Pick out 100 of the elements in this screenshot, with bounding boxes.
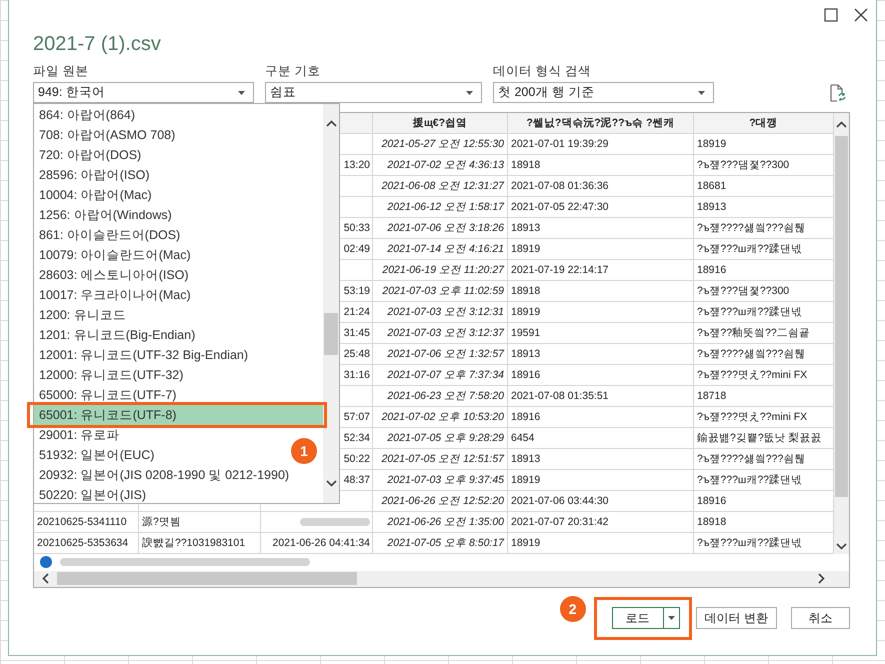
column-header[interactable]: ?대깽: [694, 113, 834, 134]
column-header[interactable]: 援щ€?쇱옄: [373, 113, 508, 134]
table-cell: 18919: [508, 470, 694, 491]
table-cell: 2021-07-05 22:47:30: [508, 197, 694, 218]
table-cell: 2021-07-05 오전 12:51:57: [373, 449, 508, 470]
field-label: 파일 원본: [33, 64, 90, 78]
table-cell: 18916: [508, 365, 694, 386]
table-cell: 2021-07-05 오후 9:28:29: [373, 428, 508, 449]
table-cell: 18919: [508, 239, 694, 260]
table-cell: 源?몃븸: [139, 512, 261, 533]
step-badge: 2: [560, 596, 586, 622]
scroll-up-icon[interactable]: [326, 120, 336, 127]
encoding-option[interactable]: 1200: 유니코드: [34, 305, 130, 325]
load-button[interactable]: 로드: [612, 607, 664, 629]
encoding-option[interactable]: 29001: 유로파: [34, 425, 124, 445]
table-cell: 18919: [508, 533, 694, 554]
table-cell: 諛뺤길??1031983101: [139, 533, 261, 554]
scrollbar-thumb[interactable]: [57, 572, 357, 586]
encoding-option[interactable]: 10017: 우크라이나어(Mac): [34, 285, 195, 305]
caret-icon: [698, 90, 705, 94]
detection-dropdown[interactable]: 첫 200개 행 기준: [493, 82, 714, 103]
table-cell: 2021-06-26 04:41:34: [261, 533, 373, 554]
encoding-option[interactable]: 65000: 유니코드(UTF-7): [34, 385, 180, 405]
list-scrollbar[interactable]: [323, 104, 339, 503]
encoding-option[interactable]: 708: 아랍어(ASMO 708): [34, 125, 180, 145]
encoding-option[interactable]: 864: 아랍어(864): [34, 105, 139, 125]
encoding-option[interactable]: 12001: 유니코드(UTF-32 Big-Endian): [34, 345, 252, 365]
table-cell: 2021-07-08 01:35:51: [508, 386, 694, 407]
scrollbar-thumb[interactable]: [324, 313, 338, 355]
table-cell: 20210625-5353634: [34, 533, 139, 554]
table-cell: 2021-07-19 22:14:17: [508, 260, 694, 281]
encoding-option[interactable]: 65001: 유니코드(UTF-8): [34, 405, 323, 425]
encoding-option[interactable]: 1256: 아랍어(Windows): [34, 205, 176, 225]
field-label: 데이터 형식 검색: [493, 64, 592, 78]
delimiter-dropdown[interactable]: 쉼표: [265, 82, 482, 103]
encoding-option[interactable]: 28596: 아랍어(ISO): [34, 165, 154, 185]
table-cell: 2021-07-03 오전 3:12:31: [373, 302, 508, 323]
table-cell: 2021-07-05 오후 8:50:17: [373, 533, 508, 554]
table-cell: 6454: [508, 428, 694, 449]
blurred-text: [300, 518, 370, 526]
table-cell: 18919: [508, 302, 694, 323]
table-cell: 18918: [508, 155, 694, 176]
encoding-option[interactable]: 50220: 일본어(JIS): [34, 485, 150, 505]
table-cell: 18913: [508, 449, 694, 470]
table-cell: 18913: [508, 344, 694, 365]
info-icon: [40, 556, 52, 568]
maximize-icon[interactable]: [824, 8, 838, 22]
dialog-button[interactable]: 취소: [791, 607, 850, 629]
encoding-option[interactable]: 12000: 유니코드(UTF-32): [34, 365, 188, 385]
table-cell: 2021-05-27 오전 12:55:30: [373, 134, 508, 155]
horizontal-scrollbar[interactable]: [34, 570, 849, 587]
scroll-down-icon[interactable]: [836, 543, 847, 550]
table-cell: 2021-07-08 01:36:36: [508, 176, 694, 197]
table-cell: 2021-06-08 오전 12:31:27: [373, 176, 508, 197]
encoding-option[interactable]: 1201: 유니코드(Big-Endian): [34, 325, 200, 345]
table-cell: 20210625-5341110: [34, 512, 139, 533]
encoding-option[interactable]: 861: 아이슬란드어(DOS): [34, 225, 184, 245]
table-cell: 2021-07-14 오전 4:16:21: [373, 239, 508, 260]
vertical-scrollbar[interactable]: [834, 113, 849, 554]
window-title: 2021-7 (1).csv: [33, 32, 162, 56]
table-cell: 18918: [508, 281, 694, 302]
load-options-button[interactable]: [664, 607, 680, 629]
table-cell: 18916: [508, 407, 694, 428]
table-cell: 2021-07-01 19:39:29: [508, 134, 694, 155]
table-cell: 19591: [508, 323, 694, 344]
table-cell: 2021-07-03 오전 3:12:37: [373, 323, 508, 344]
table-cell: 2021-07-07 20:31:42: [508, 512, 694, 533]
encoding-option[interactable]: 28603: 에스토니아어(ISO): [34, 265, 193, 285]
table-cell: 2021-07-06 오전 1:32:57: [373, 344, 508, 365]
table-cell: 2021-06-23 오전 7:58:20: [373, 386, 508, 407]
encoding-option[interactable]: 720: 아랍어(DOS): [34, 145, 146, 165]
table-cell: 2021-07-03 오후 11:02:59: [373, 281, 508, 302]
caret-icon: [238, 90, 245, 94]
table-cell: 2021-06-12 오전 1:58:17: [373, 197, 508, 218]
caret-icon: [668, 616, 675, 620]
field-label: 구분 기호: [265, 64, 322, 78]
table-cell: 2021-07-07 오후 7:37:34: [373, 365, 508, 386]
close-icon[interactable]: [854, 8, 868, 22]
dialog-button[interactable]: 데이터 변환: [696, 607, 777, 629]
scroll-down-icon[interactable]: [326, 480, 336, 487]
table-cell: 18913: [508, 218, 694, 239]
table-cell: 2021-07-06 오전 3:18:26: [373, 218, 508, 239]
table-cell: 2021-07-02 오후 10:53:20: [373, 407, 508, 428]
encoding-option[interactable]: 10004: 아랍어(Mac): [34, 185, 156, 205]
table-cell: 2021-06-26 오전 1:35:00: [373, 512, 508, 533]
scroll-right-icon[interactable]: [818, 573, 825, 584]
caret-icon: [466, 90, 473, 94]
encoding-option[interactable]: 51932: 일본어(EUC): [34, 445, 158, 465]
scroll-left-icon[interactable]: [42, 573, 49, 584]
column-header[interactable]: ?쎌닔?댁슦沅?泥??ъ슦 ?쎈캐: [508, 113, 694, 134]
table-cell: 2021-07-02 오전 4:36:13: [373, 155, 508, 176]
table-cell: 2021-06-19 오전 11:20:27: [373, 260, 508, 281]
encoding-option[interactable]: 10079: 아이슬란드어(Mac): [34, 245, 195, 265]
scrollbar-thumb[interactable]: [835, 136, 848, 497]
scroll-up-icon[interactable]: [836, 121, 847, 128]
table-cell: 2021-06-26 오전 12:52:20: [373, 491, 508, 512]
refresh-file-icon[interactable]: [830, 84, 846, 102]
file-origin-dropdown[interactable]: 949: 한국어: [33, 82, 254, 103]
table-cell: 2021-07-06 03:44:30: [508, 491, 694, 512]
table-cell: 2021-07-03 오후 9:37:45: [373, 470, 508, 491]
